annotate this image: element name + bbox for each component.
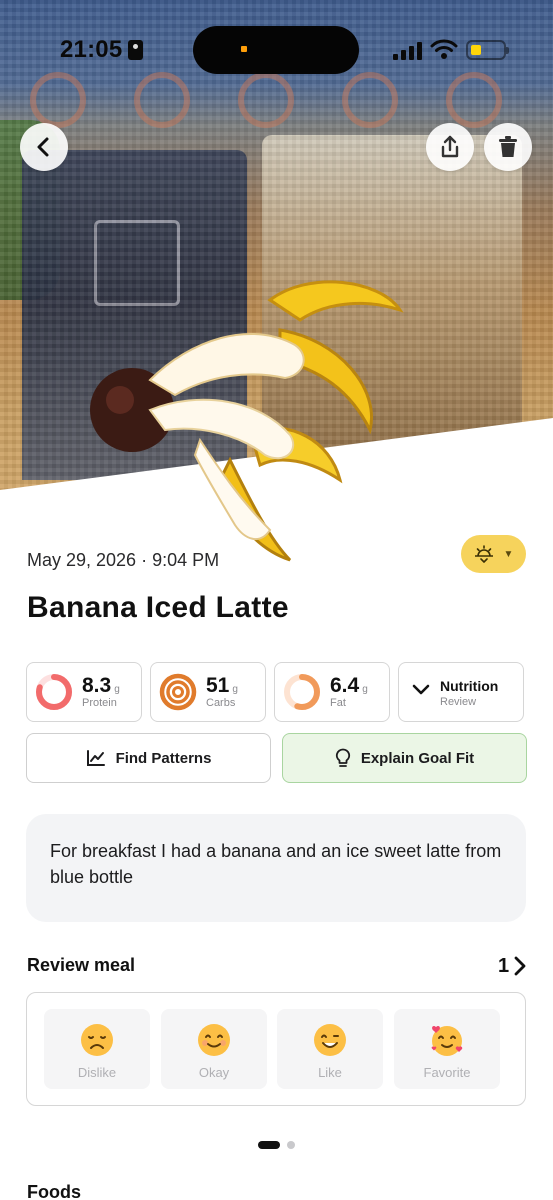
status-time: 21:05 (60, 36, 123, 63)
review-count[interactable]: 1 (498, 955, 509, 978)
back-button[interactable] (20, 123, 68, 171)
fat-value-row: 6.4 g (330, 674, 368, 698)
sad-face-icon (81, 1024, 113, 1056)
chevron-left-icon (37, 137, 49, 157)
banana-illustration (90, 280, 404, 562)
hearts-face-icon (431, 1025, 463, 1056)
carbs-value: 51 (206, 674, 230, 697)
share-icon (441, 135, 459, 158)
rating-dislike-label: Dislike (77, 1065, 117, 1080)
find-patterns-label: Find Patterns (115, 749, 212, 767)
meal-type-dropdown[interactable]: ▼ (461, 535, 526, 573)
rating-favorite[interactable]: Favorite (394, 1009, 500, 1089)
carbs-label: Carbs (206, 697, 236, 709)
page-dot-active (258, 1141, 280, 1149)
fat-value: 6.4 (330, 674, 360, 697)
dynamic-island (193, 26, 359, 74)
nutrition-title: Nutrition (440, 678, 499, 694)
line-chart-icon (86, 750, 105, 766)
sunrise-icon (474, 545, 493, 563)
protein-unit: g (114, 684, 120, 695)
explain-goal-fit-label: Explain Goal Fit (360, 749, 475, 767)
page-dot (287, 1141, 295, 1149)
meal-title: Banana Iced Latte (27, 591, 289, 624)
lightbulb-icon (335, 748, 350, 767)
battery-icon (466, 40, 509, 60)
nutrition-review-button[interactable]: Nutrition Review (398, 662, 524, 722)
rating-okay-label: Okay (198, 1065, 230, 1080)
privacy-indicator (241, 46, 247, 52)
rating-like[interactable]: Like (277, 1009, 383, 1089)
rating-okay[interactable]: Okay (161, 1009, 267, 1089)
explain-goal-fit-button[interactable]: Explain Goal Fit (282, 733, 527, 783)
protein-value: 8.3 (82, 674, 112, 697)
trash-icon (499, 136, 517, 157)
fat-ring (284, 674, 320, 710)
id-card-icon (128, 40, 143, 60)
status-bar: 21:05 (0, 0, 553, 100)
chevron-right-icon[interactable] (513, 955, 527, 977)
fat-label: Fat (330, 697, 346, 709)
fat-unit: g (362, 684, 368, 695)
nutrition-subtitle: Review (440, 696, 477, 708)
wifi-icon (430, 39, 458, 59)
macro-card-fat[interactable]: 6.4 g Fat (274, 662, 390, 722)
macro-card-protein[interactable]: 8.3 g Protein (26, 662, 142, 722)
cellular-signal-icon (393, 40, 423, 60)
meal-note[interactable]: For breakfast I had a banana and an ice … (26, 814, 526, 922)
page-indicator[interactable] (258, 1141, 295, 1149)
chevron-down-icon (412, 684, 430, 695)
carbs-value-row: 51 g (206, 674, 238, 698)
carbs-ring (159, 673, 197, 711)
rating-favorite-label: Favorite (423, 1065, 471, 1080)
review-meal-title: Review meal (27, 955, 136, 975)
macro-card-carbs[interactable]: 51 g Carbs (150, 662, 266, 722)
smile-face-icon (198, 1024, 230, 1056)
share-button[interactable] (426, 123, 474, 171)
rating-like-label: Like (318, 1065, 342, 1080)
find-patterns-button[interactable]: Find Patterns (26, 733, 271, 783)
happy-face-icon (314, 1024, 346, 1056)
carbs-unit: g (232, 684, 238, 695)
chevron-down-icon: ▼ (503, 548, 514, 560)
protein-label: Protein (82, 697, 117, 709)
rating-dislike[interactable]: Dislike (44, 1009, 150, 1089)
foods-section-title: Foods (27, 1182, 81, 1200)
protein-ring (36, 674, 72, 710)
protein-value-row: 8.3 g (82, 674, 120, 698)
review-options-panel: Dislike Okay Like Favorite (26, 992, 526, 1106)
delete-button[interactable] (484, 123, 532, 171)
